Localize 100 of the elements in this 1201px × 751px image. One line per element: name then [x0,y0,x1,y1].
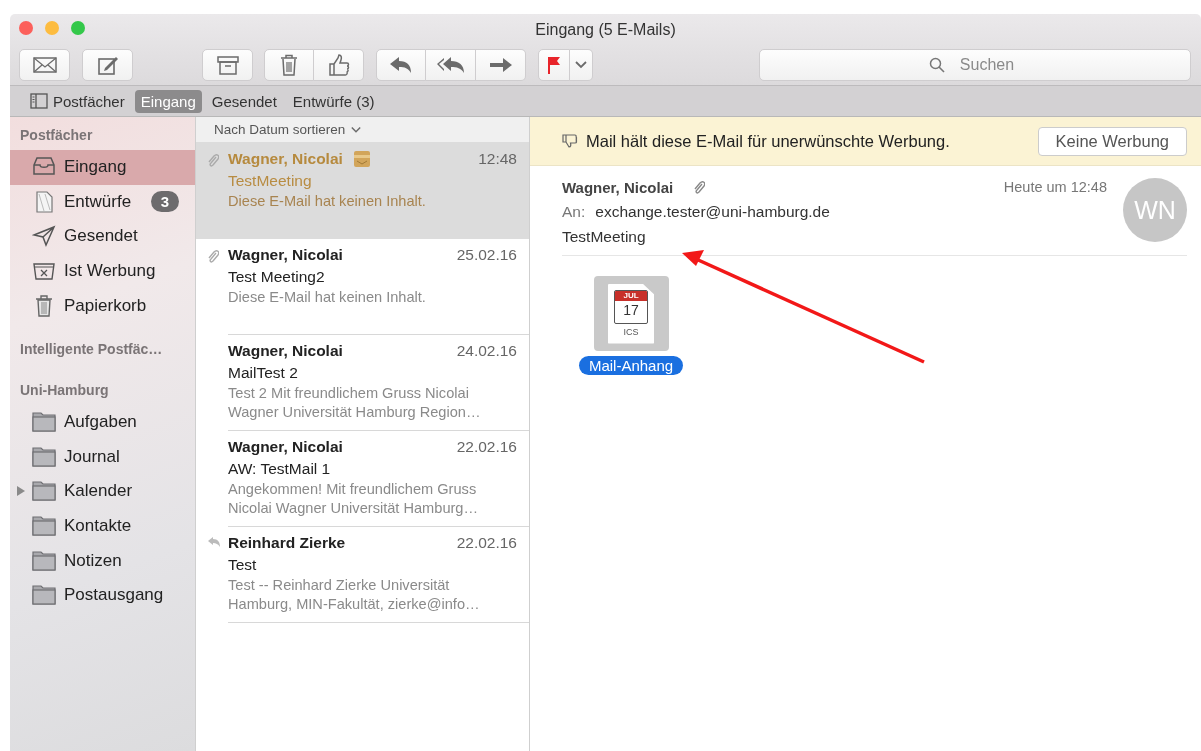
forward-button[interactable] [476,49,526,81]
reply-button[interactable] [376,49,426,81]
sender-name: Wagner, Nicolai [228,438,343,456]
message-date: 22.02.16 [456,534,517,552]
message-date: Heute um 12:48 [1003,179,1107,195]
message-preview: Diese E-Mail hat keinen Inhalt. [228,289,427,305]
flag-menu-button[interactable] [570,49,593,81]
sidebar-toggle-button[interactable]: Postfächer [24,89,131,113]
mailbox-item[interactable]: Notizen [10,543,195,578]
flag-icon [546,55,562,75]
not-junk-button[interactable]: Keine Werbung [1037,126,1187,156]
message-date: 12:48 [478,150,517,168]
favorite-tab[interactable]: Entwürfe (3) [286,89,381,113]
message-row[interactable]: Wagner, Nicolai 24.02.16 MailTest 2 Test 2 Mit freundlichem Gruss Nicolai Wagner Universität Hamburg Region… [196,335,529,431]
mailbox-item[interactable]: Kontakte [10,508,195,544]
search-icon [929,57,945,73]
mailbox-item[interactable]: Entwürfe 3 [10,184,195,220]
message-date: 25.02.16 [456,246,517,264]
trash-icon [280,54,298,76]
paper-plane-icon [32,224,56,249]
mailbox-item[interactable]: Aufgaben [10,404,195,440]
message-preview: Diese E-Mail hat keinen Inhalt. [228,193,427,209]
message-subject: TestMeeting [562,228,647,246]
message-subject: MailTest 2 [228,364,299,382]
thumbs-up-icon [327,54,350,76]
message-preview: Angekommen! Mit freundlichem Gruss [228,481,478,497]
message-preview: Nicolai Wagner Universität Hamburg… [228,500,480,516]
file-type: ICS [623,326,639,337]
window-title: Eingang (5 E-Mails) [535,20,676,39]
sender-name: Reinhard Zierke [228,534,346,552]
section-header: Uni-Hamburg [19,380,110,400]
mailbox-item[interactable]: Eingang [10,150,195,185]
archive-button[interactable] [202,49,253,81]
close-button[interactable] [19,21,33,35]
mailbox-item[interactable]: Gesendet [10,219,195,254]
reply-all-icon [435,56,466,74]
archive-box-icon [216,55,239,75]
mailbox-item[interactable]: Papierkorb [10,288,195,323]
folder-icon [32,444,56,469]
calendar-month: JUL [615,290,647,301]
message-date: 24.02.16 [456,342,517,360]
recipient-address: exchange.tester@uni-hamburg.de [595,203,830,221]
folder-icon [32,548,56,573]
message-subject: Test [228,556,258,574]
folder-icon [32,479,56,504]
message-preview: Hamburg, MIN-Fakultät, zierke@info… [228,596,481,612]
reply-all-button[interactable] [426,49,476,81]
mailbox-item[interactable]: Kalender [10,474,195,509]
search-field[interactable]: Suchen [759,49,1191,81]
sender-name: Wagner, Nicolai [562,178,674,196]
attachment-tile[interactable]: JUL 17 ICS [593,276,669,351]
mailbox-label: Notizen [64,550,122,571]
mailbox-item[interactable]: Journal [10,439,195,475]
junk-warning: Mail hält diese E-Mail für unerwünschte Werbung. [586,131,950,151]
message-row[interactable]: Wagner, Nicolai 12:48 TestMeeting Diese E-Mail hat keinen Inhalt. [196,143,529,239]
mailbox-label: Ist Werbung [64,261,156,282]
favorite-tab[interactable]: Gesendet [205,89,283,113]
calendar-day: 17 [623,300,639,320]
message-preview: Wagner Universität Hamburg Region… [228,404,482,420]
sender-name: Wagner, Nicolai [228,150,343,168]
attachment-name[interactable]: Mail-Anhang [578,356,684,375]
compose-button[interactable] [82,49,133,81]
folder-icon [32,514,56,539]
mailbox-label: Eingang [64,157,127,178]
message-row[interactable]: Wagner, Nicolai 22.02.16 AW: TestMail 1 Angekommen! Mit freundlichem Gruss Nicolai Wagner Universität Hamburg… [196,431,529,527]
chevron-down-icon [351,125,362,134]
get-mail-button[interactable] [19,49,70,81]
count-badge: 3 [150,191,179,213]
reply-icon [389,56,413,74]
chevron-down-icon [575,61,587,69]
sender-name: Wagner, Nicolai [228,342,343,360]
sidebar-icon [30,93,48,109]
section-header: Postfächer [19,126,94,145]
mailbox-label: Papierkorb [64,295,147,316]
delete-button[interactable] [264,49,314,81]
message-subject: Test Meeting2 [228,268,326,286]
sender-name: Wagner, Nicolai [228,246,343,264]
mailbox-label: Aufgaben [64,412,137,433]
forward-arrow-icon [488,56,513,74]
mailbox-label: Journal [64,446,120,467]
mailbox-label: Kontakte [64,516,132,537]
message-preview: Test -- Reinhard Zierke Universität [228,577,451,593]
mailbox-label: Entwürfe [64,191,132,212]
mailbox-item[interactable]: Ist Werbung [10,253,195,289]
mailbox-item[interactable]: Postausgang [10,577,195,613]
mailbox-label: Postausgang [64,585,164,606]
recipient-label: An: [562,203,586,221]
message-row[interactable]: Reinhard Zierke 22.02.16 Test Test -- Reinhard Zierke Universität Hamburg, MIN-Fakultät, zierke@info… [196,527,529,623]
disclosure-triangle-icon[interactable] [17,486,25,497]
mailbox-label: Gesendet [64,226,138,247]
message-preview: Test 2 Mit freundlichem Gruss Nicolai [228,385,470,401]
avatar: WN [1123,178,1187,242]
flag-button[interactable] [538,49,570,81]
folder-icon [32,410,56,435]
thumbs-down-icon [562,133,578,149]
message-subject: TestMeeting [228,172,313,190]
not-junk-button[interactable] [314,49,364,81]
message-row[interactable]: Wagner, Nicolai 25.02.16 Test Meeting2 Diese E-Mail hat keinen Inhalt. [196,239,529,335]
section-header: Intelligente Postfäc… [19,339,164,359]
envelope-icon [32,56,57,74]
